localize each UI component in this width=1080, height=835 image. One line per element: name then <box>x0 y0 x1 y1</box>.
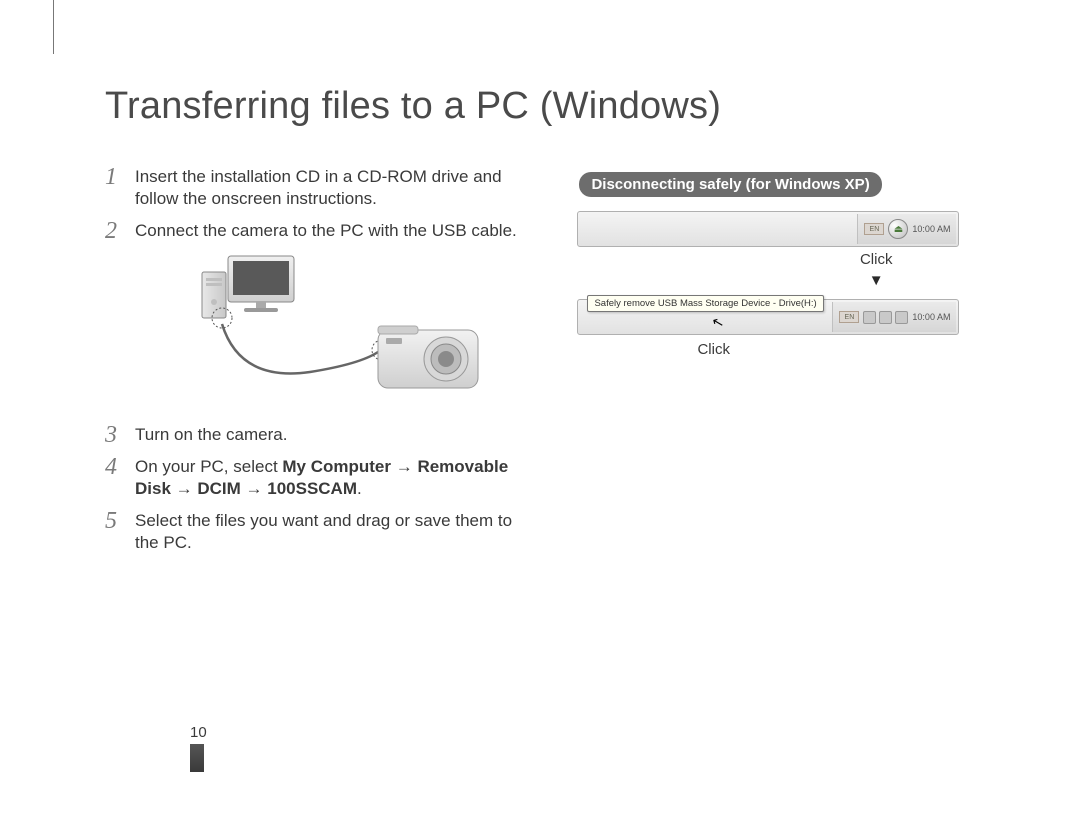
step-4: 4 On your PC, select My Computer → Remov… <box>105 456 517 500</box>
tray-icon <box>895 311 908 324</box>
step-text: Select the files you want and drag or sa… <box>135 510 517 554</box>
step-number: 4 <box>105 456 135 478</box>
step-text: Insert the installation CD in a CD-ROM d… <box>135 166 517 210</box>
step-number: 5 <box>105 510 135 532</box>
two-column-layout: 1 Insert the installation CD in a CD-ROM… <box>105 166 975 564</box>
tray-clock: 10:00 AM <box>912 224 950 234</box>
connection-diagram <box>160 252 490 402</box>
page-content: Transferring files to a PC (Windows) 1 I… <box>105 85 975 564</box>
step-text: Connect the camera to the PC with the US… <box>135 220 517 242</box>
system-tray: EN ⏏ 10:00 AM <box>857 214 956 244</box>
tray-icon <box>863 311 876 324</box>
eject-balloon[interactable]: Safely remove USB Mass Storage Device - … <box>587 295 823 312</box>
page-number-bar <box>190 744 204 772</box>
step-1: 1 Insert the installation CD in a CD-ROM… <box>105 166 517 210</box>
step-3: 3 Turn on the camera. <box>105 424 517 446</box>
camera-pc-illustration <box>160 252 490 402</box>
step-text: Turn on the camera. <box>135 424 287 446</box>
tray-clock: 10:00 AM <box>912 312 950 322</box>
sidebox-heading: Disconnecting safely (for Windows XP) <box>579 172 881 197</box>
page-title: Transferring files to a PC (Windows) <box>105 85 975 128</box>
step-number: 3 <box>105 424 135 446</box>
step4-suffix: . <box>357 479 362 498</box>
margin-rule <box>53 0 54 54</box>
steps-column: 1 Insert the installation CD in a CD-ROM… <box>105 166 517 564</box>
step-text: On your PC, select My Computer → Removab… <box>135 456 517 500</box>
step-2: 2 Connect the camera to the PC with the … <box>105 220 517 242</box>
language-indicator: EN <box>864 223 884 235</box>
click-label-2: Click <box>697 341 975 358</box>
page-number: 10 <box>190 724 207 741</box>
step-number: 2 <box>105 220 135 242</box>
step-number: 1 <box>105 166 135 188</box>
system-tray-2: EN 10:00 AM <box>832 302 956 332</box>
language-indicator: EN <box>839 311 859 323</box>
down-arrow-icon: ▼ <box>777 272 975 289</box>
step4-prefix: On your PC, select <box>135 457 282 476</box>
click-label-1: Click <box>777 251 975 268</box>
tray-icon <box>879 311 892 324</box>
safely-remove-icon[interactable]: ⏏ <box>888 219 908 239</box>
taskbar-1: EN ⏏ 10:00 AM <box>577 211 959 247</box>
step-5: 5 Select the files you want and drag or … <box>105 510 517 554</box>
sidebox-column: Disconnecting safely (for Windows XP) EN… <box>577 166 975 564</box>
taskbar-2-wrap: Safely remove USB Mass Storage Device - … <box>577 299 957 335</box>
tray-mini-icons <box>863 311 908 324</box>
